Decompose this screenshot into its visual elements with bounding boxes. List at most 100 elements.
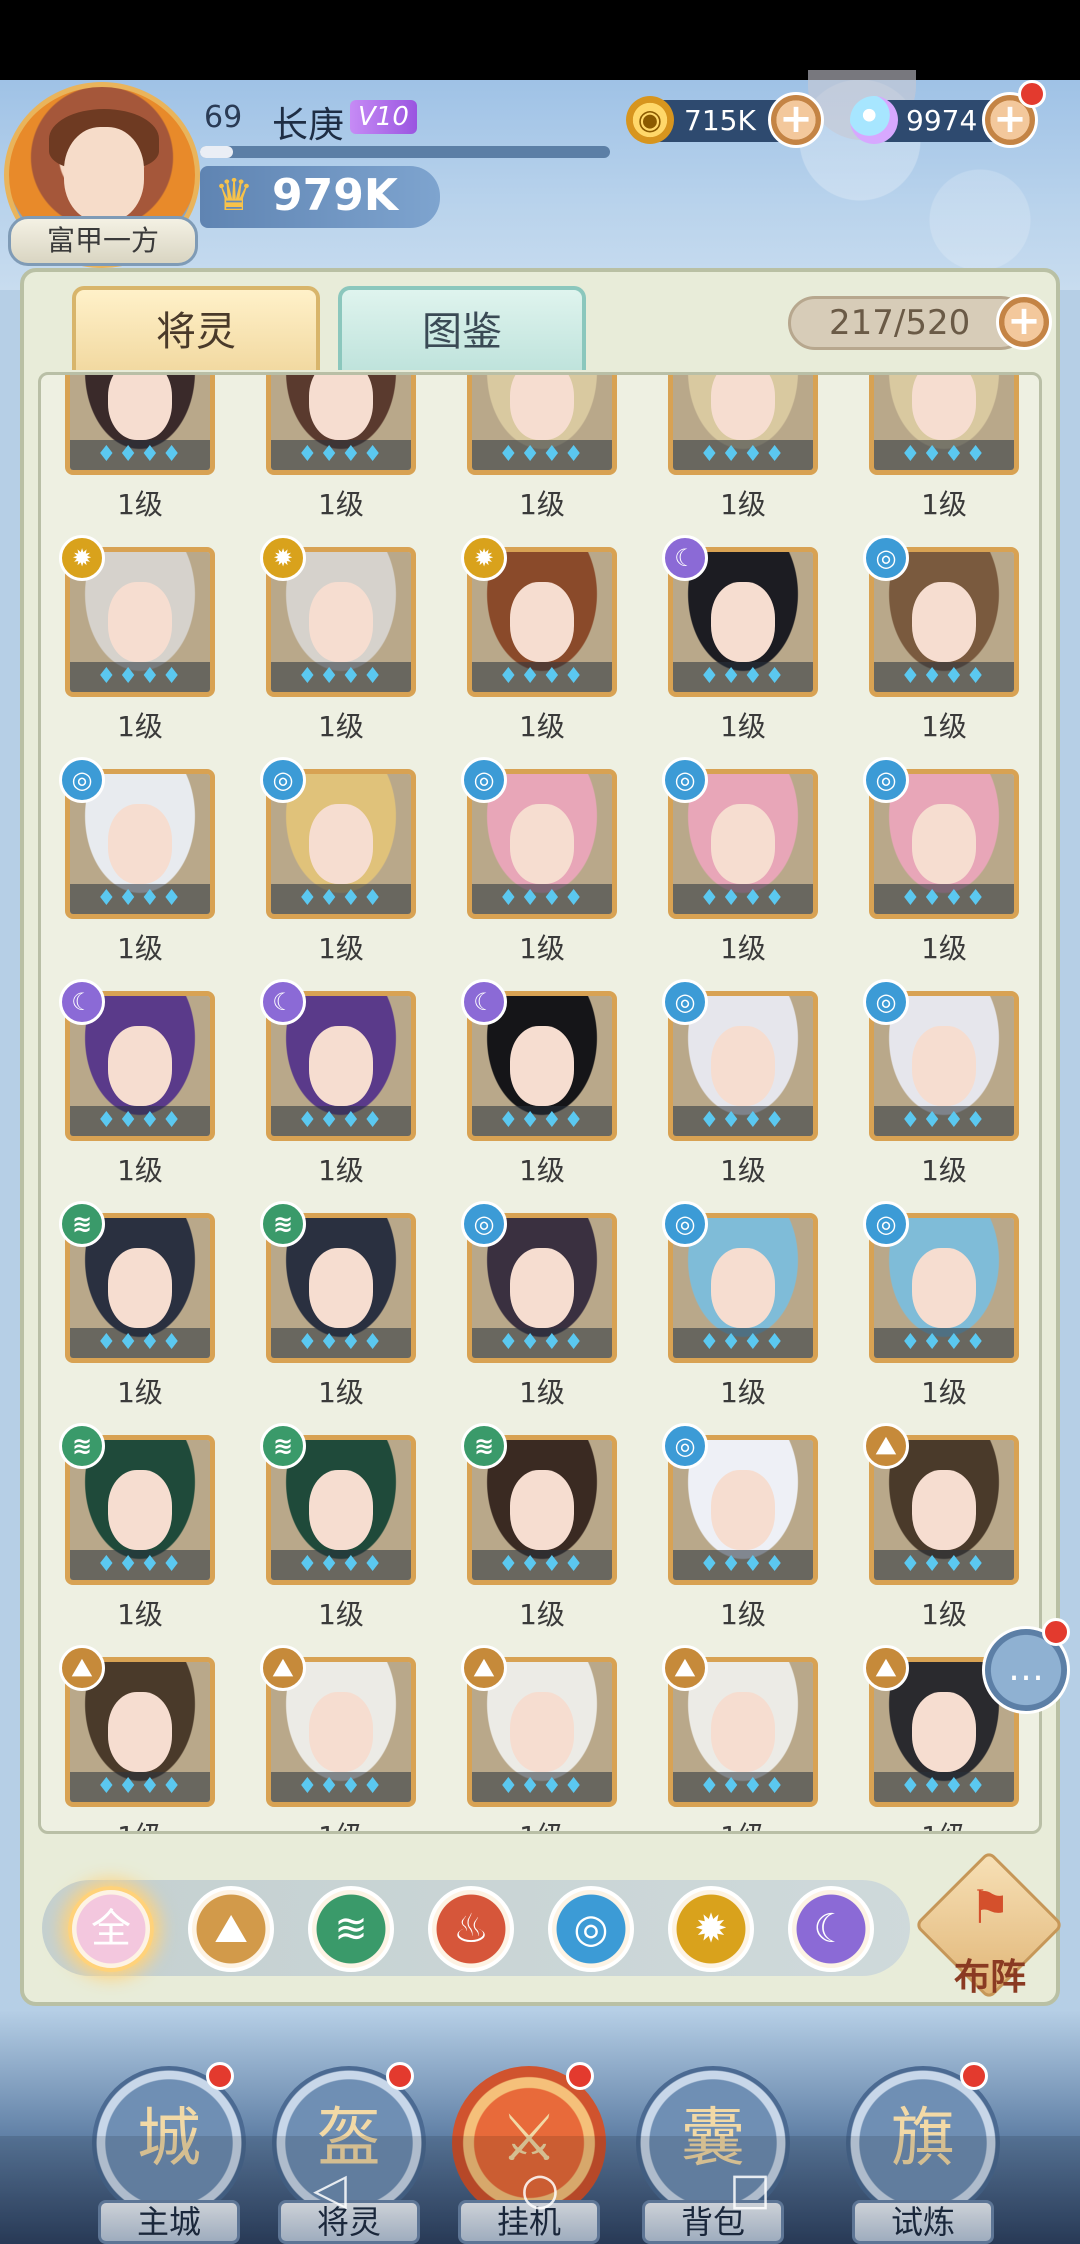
hero-card[interactable]: ♦♦♦♦ ☾ 1级 [59, 979, 215, 1187]
hero-level: 1级 [720, 710, 766, 743]
water-element-icon: ◎ [59, 757, 105, 803]
hero-card[interactable]: ♦♦♦♦ ⛰ 1级 [260, 1645, 416, 1831]
hero-card[interactable]: ♦♦♦♦ 1级 [266, 375, 416, 521]
hero-level: 1级 [921, 1154, 967, 1187]
hero-level: 1级 [117, 1598, 163, 1631]
hero-level: 1级 [720, 1154, 766, 1187]
hero-portrait: ♦♦♦♦ [668, 375, 818, 475]
hero-level: 1级 [318, 710, 364, 743]
hero-level: 1级 [921, 932, 967, 965]
hero-level: 1级 [519, 1598, 565, 1631]
sun-element-icon: ✹ [260, 535, 306, 581]
filter-wind-button[interactable]: ≋ [308, 1886, 394, 1972]
hero-card[interactable]: ♦♦♦♦ ☾ 1级 [260, 979, 416, 1187]
arcane-element-icon: ☾ [59, 979, 105, 1025]
hero-level: 1级 [921, 488, 967, 521]
hero-card[interactable]: ♦♦♦♦ 1级 [869, 375, 1019, 521]
hero-level: 1级 [318, 488, 364, 521]
hero-card[interactable]: ♦♦♦♦ ⛰ 1级 [863, 1423, 1019, 1631]
hero-card[interactable]: ♦♦♦♦ ◎ 1级 [863, 535, 1019, 743]
hero-card[interactable]: ♦♦♦♦ ◎ 1级 [662, 1201, 818, 1409]
hero-star-rating: ♦♦♦♦ [673, 1772, 813, 1802]
hero-card[interactable]: ♦♦♦♦ ✹ 1级 [461, 535, 617, 743]
hero-star-rating: ♦♦♦♦ [70, 1772, 210, 1802]
gem-icon [850, 96, 898, 144]
filter-earth-button[interactable]: ⛰ [188, 1886, 274, 1972]
water-element-icon: ◎ [260, 757, 306, 803]
hero-card[interactable]: ♦♦♦♦ ⛰ 1级 [461, 1645, 617, 1831]
hero-card[interactable]: ♦♦♦♦ ✹ 1级 [260, 535, 416, 743]
hero-star-rating: ♦♦♦♦ [472, 1106, 612, 1136]
system-home-button[interactable]: ○ [510, 2160, 570, 2220]
hero-card[interactable]: ♦♦♦♦ ⛰ 1级 [59, 1645, 215, 1831]
exp-bar-fill [200, 146, 233, 158]
tab-codex[interactable]: 图鉴 [338, 286, 586, 370]
hero-star-rating: ♦♦♦♦ [70, 440, 210, 470]
hero-card[interactable]: ♦♦♦♦ ⛰ 1级 [662, 1645, 818, 1831]
hero-card[interactable]: ♦♦♦♦ ◎ 1级 [461, 1201, 617, 1409]
hero-card[interactable]: ♦♦♦♦ 1级 [65, 375, 215, 521]
hero-card[interactable]: ♦♦♦♦ ◎ 1级 [863, 1201, 1019, 1409]
hero-card[interactable]: ♦♦♦♦ ≋ 1级 [59, 1423, 215, 1631]
hero-card[interactable]: ♦♦♦♦ ◎ 1级 [662, 1423, 818, 1631]
add-gold-button[interactable]: + [768, 92, 824, 148]
hero-card[interactable]: ♦♦♦♦ ◎ 1级 [59, 757, 215, 965]
flag-icon: ⚑ [969, 1880, 1011, 1934]
filter-all-button[interactable]: 全 [68, 1886, 154, 1972]
hero-face [912, 804, 976, 884]
water-element-icon: ◎ [863, 535, 909, 581]
hero-card[interactable]: ♦♦♦♦ 1级 [668, 375, 818, 521]
hero-card[interactable]: ♦♦♦♦ ≋ 1级 [260, 1423, 416, 1631]
hero-face [309, 1470, 373, 1550]
notification-dot [386, 2062, 414, 2090]
water-element-icon: ◎ [863, 1201, 909, 1247]
arcane-element-icon: ☾ [461, 979, 507, 1025]
sun-element-icon: ✹ [59, 535, 105, 581]
hero-star-rating: ♦♦♦♦ [472, 440, 612, 470]
hero-level: 1级 [318, 932, 364, 965]
water-element-icon: ◎ [863, 757, 909, 803]
filter-sun-button[interactable]: ✹ [668, 1886, 754, 1972]
hero-card[interactable]: ♦♦♦♦ ◎ 1级 [662, 757, 818, 965]
tab-heroes[interactable]: 将灵 [72, 286, 320, 370]
water-element-icon: ◎ [662, 1423, 708, 1469]
hero-level: 1级 [318, 1598, 364, 1631]
water-element-icon: ◎ [662, 757, 708, 803]
hero-card[interactable]: ♦♦♦♦ ☾ 1级 [662, 535, 818, 743]
wind-element-icon: ≋ [461, 1423, 507, 1469]
hero-card[interactable]: ♦♦♦♦ ◎ 1级 [863, 979, 1019, 1187]
water-element-icon: ◎ [461, 1201, 507, 1247]
system-recents-button[interactable]: □ [720, 2160, 780, 2220]
hero-card[interactable]: ♦♦♦♦ ◎ 1级 [662, 979, 818, 1187]
hero-card[interactable]: ♦♦♦♦ ◎ 1级 [260, 757, 416, 965]
hero-card[interactable]: ♦♦♦♦ ≋ 1级 [59, 1201, 215, 1409]
hero-card[interactable]: ♦♦♦♦ ◎ 1级 [461, 757, 617, 965]
player-title: 富甲一方 [8, 216, 198, 266]
hero-level: 1级 [869, 1815, 1019, 1831]
hero-face [309, 375, 373, 440]
hero-card[interactable]: ♦♦♦♦ ◎ 1级 [863, 757, 1019, 965]
hero-level: 1级 [467, 1815, 617, 1831]
hero-star-rating: ♦♦♦♦ [271, 1772, 411, 1802]
hero-card[interactable]: ♦♦♦♦ ☾ 1级 [461, 979, 617, 1187]
hero-card[interactable]: ♦♦♦♦ ✹ 1级 [59, 535, 215, 743]
filter-arcane-button[interactable]: ☾ [788, 1886, 874, 1972]
filter-water-button[interactable]: ◎ [548, 1886, 634, 1972]
hero-star-rating: ♦♦♦♦ [271, 884, 411, 914]
gold-coin-icon: ◉ [626, 96, 674, 144]
avatar-face [64, 127, 144, 222]
system-back-button[interactable]: ◁ [300, 2160, 360, 2220]
wind-element-icon: ≋ [260, 1201, 306, 1247]
hero-star-rating: ♦♦♦♦ [70, 662, 210, 692]
hero-star-rating: ♦♦♦♦ [874, 1328, 1014, 1358]
hero-face [912, 1248, 976, 1328]
hero-star-rating: ♦♦♦♦ [271, 1328, 411, 1358]
hero-portrait: ♦♦♦♦ [65, 375, 215, 475]
filter-fire-button[interactable]: ♨ [428, 1886, 514, 1972]
expand-capacity-button[interactable]: + [996, 294, 1052, 350]
hero-card[interactable]: ♦♦♦♦ ≋ 1级 [260, 1201, 416, 1409]
hero-card[interactable]: ♦♦♦♦ 1级 [467, 375, 617, 521]
hero-card[interactable]: ♦♦♦♦ ≋ 1级 [461, 1423, 617, 1631]
hero-face [711, 582, 775, 662]
hero-face [108, 804, 172, 884]
